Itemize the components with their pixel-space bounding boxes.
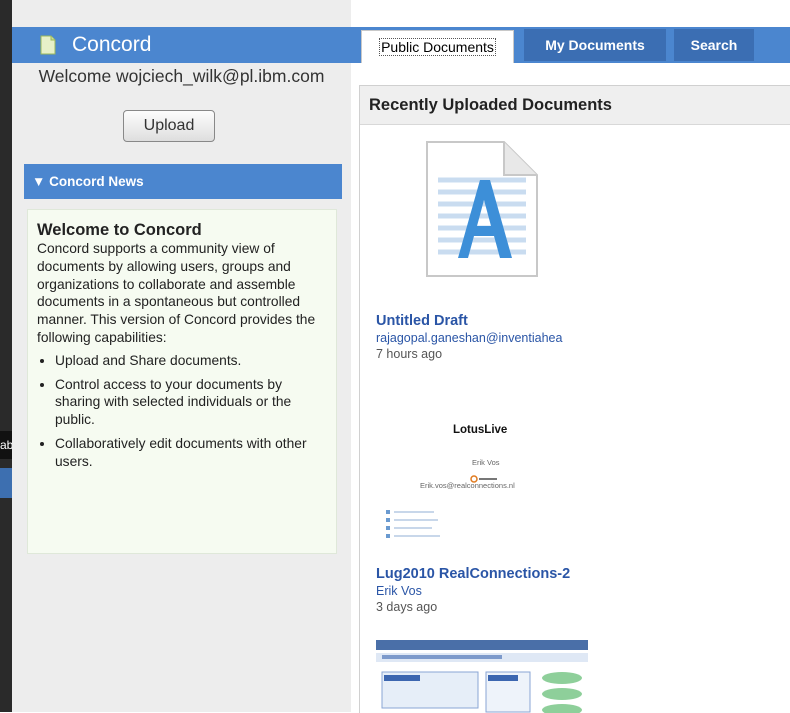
news-intro: Concord supports a community view of doc… [37, 241, 316, 345]
slide-thumbnail[interactable] [376, 640, 588, 713]
slide-name: Erik Vos [472, 458, 500, 467]
welcome-message: Welcome wojciech_wilk@pl.ibm.com [38, 66, 325, 86]
document-item: Untitled Draft rajagopal.ganeshan@invent… [376, 312, 562, 363]
text-document-icon[interactable] [424, 140, 540, 278]
tab-my-documents[interactable]: My Documents [524, 29, 666, 61]
concord-news-header[interactable]: ▼ Concord News [24, 164, 342, 199]
concord-news-panel: Welcome to Concord Concord supports a co… [27, 209, 337, 554]
presentation-thumbnail[interactable]: LotusLive Erik Vos Erik.vos@realconnecti… [376, 406, 596, 556]
app-title: Concord [72, 33, 152, 56]
document-icon [40, 35, 56, 55]
list-item: Collaboratively edit documents with othe… [55, 435, 328, 471]
document-author[interactable]: rajagopal.ganeshan@inventiahea [376, 330, 562, 346]
tab-search[interactable]: Search [674, 29, 754, 61]
list-item: Upload and Share documents. [55, 352, 328, 370]
tab-label: Public Documents [379, 38, 496, 56]
documents-panel: Recently Uploaded Documents Untitled Dra… [359, 85, 790, 713]
list-item: Control access to your documents by shar… [55, 376, 328, 429]
slide-heading: LotusLive [453, 424, 508, 436]
logo-icon [470, 470, 498, 483]
document-time: 7 hours ago [376, 347, 443, 361]
tab-bar: Public Documents My Documents Search [351, 27, 790, 63]
news-title: Welcome to Concord [37, 221, 202, 239]
panel-title: Recently Uploaded Documents [360, 86, 790, 125]
upload-button[interactable]: Upload [123, 110, 215, 142]
tab-public-documents[interactable]: Public Documents [361, 30, 514, 63]
document-title[interactable]: Lug2010 RealConnections-2 [376, 565, 570, 583]
document-title[interactable]: Untitled Draft [376, 312, 562, 330]
document-author[interactable]: Erik Vos [376, 583, 570, 599]
slide-footer-graphic [386, 510, 446, 546]
document-item: Lug2010 RealConnections-2 Erik Vos 3 day… [376, 565, 570, 616]
document-time: 3 days ago [376, 600, 438, 614]
app-header: Concord [12, 27, 351, 63]
background-window-bar [0, 468, 12, 498]
slide-email: Erik.vos@realconnections.nl [420, 481, 515, 490]
background-window [0, 0, 12, 712]
capabilities-list: Upload and Share documents. Control acce… [37, 352, 328, 471]
